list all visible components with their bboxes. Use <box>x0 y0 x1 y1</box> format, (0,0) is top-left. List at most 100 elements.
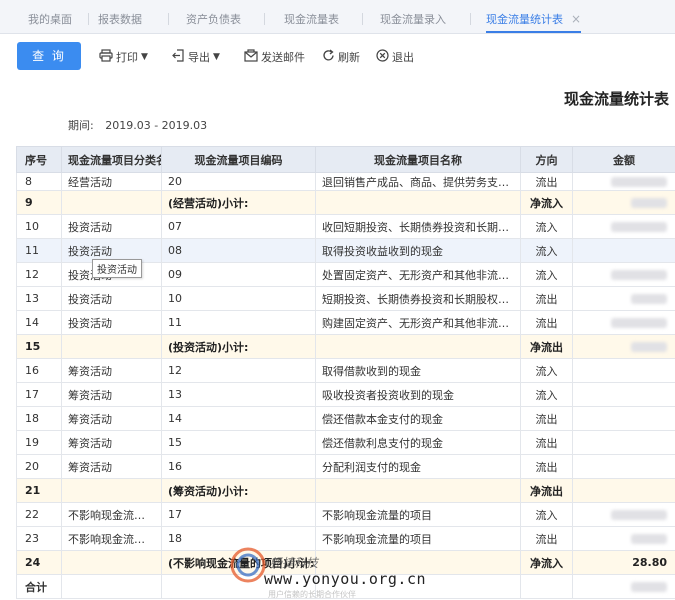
cell-direction: 流入 <box>520 502 573 527</box>
column-header-no[interactable]: 序号 <box>16 146 62 173</box>
cell-amount <box>572 238 675 263</box>
export-icon <box>172 49 185 65</box>
column-header-name[interactable]: 现金流量项目名称 <box>315 146 521 173</box>
cell-code: 14 <box>161 406 316 431</box>
chevron-down-icon: ▼ <box>213 52 220 62</box>
cell-no: 11 <box>16 238 62 263</box>
cell-category: 不影响现金流… <box>61 526 162 551</box>
refresh-label: 刷新 <box>338 51 360 64</box>
tab-divider <box>264 13 265 25</box>
cell-direction: 流出 <box>520 310 573 335</box>
chevron-down-icon: ▼ <box>141 52 148 62</box>
table-row[interactable]: 13 投资活动 10 短期投资、长期债券投资和长期股权… 流出 <box>16 286 675 311</box>
export-button[interactable]: 导出 ▼ <box>172 48 220 66</box>
cell-amount <box>572 502 675 527</box>
cell-amount <box>572 190 675 215</box>
cell-name: 不影响现金流量的项目 <box>315 502 521 527</box>
tab-my-desktop[interactable]: 我的桌面 <box>28 11 72 33</box>
tab-cash-flow-stats[interactable]: 现金流量统计表 × <box>486 11 582 33</box>
cell-direction: 流入 <box>520 238 573 263</box>
cell-name: 偿还借款本金支付的现金 <box>315 406 521 431</box>
cell-code: 07 <box>161 214 316 239</box>
column-header-code[interactable]: 现金流量项目编码 <box>161 146 316 173</box>
cell-category: 筹资活动 <box>61 430 162 455</box>
table-row[interactable]: 18 筹资活动 14 偿还借款本金支付的现金 流出 <box>16 406 675 431</box>
email-label: 发送邮件 <box>261 51 305 64</box>
table-row[interactable]: 8 经营活动 20 退回销售产成品、商品、提供劳务支… 流出 <box>16 172 675 191</box>
exit-label: 退出 <box>392 51 414 64</box>
cell-amount <box>572 172 675 191</box>
cell-name: 处置固定资产、无形资产和其他非流… <box>315 262 521 287</box>
tab-divider <box>168 13 169 25</box>
redacted-amount <box>611 510 667 520</box>
table-row[interactable]: 10 投资活动 07 收回短期投资、长期债券投资和长期… 流入 <box>16 214 675 239</box>
cell-name <box>315 478 521 503</box>
table-row[interactable]: 20 筹资活动 16 分配利润支付的现金 流出 <box>16 454 675 479</box>
cell-code: 17 <box>161 502 316 527</box>
period-label: 期间: <box>68 119 94 132</box>
cell-category: 投资活动 <box>61 310 162 335</box>
cell-name <box>315 190 521 215</box>
cell-no: 19 <box>16 430 62 455</box>
tab-balance-sheet[interactable]: 资产负债表 <box>186 11 241 33</box>
cell-category <box>61 334 162 359</box>
cell-name: 取得借款收到的现金 <box>315 358 521 383</box>
cell-amount <box>572 574 675 599</box>
cell-no: 16 <box>16 358 62 383</box>
table-row[interactable]: 19 筹资活动 15 偿还借款利息支付的现金 流出 <box>16 430 675 455</box>
cell-code: 16 <box>161 454 316 479</box>
cell-no: 20 <box>16 454 62 479</box>
cell-category: 投资活动 <box>61 214 162 239</box>
cell-name: 偿还借款利息支付的现金 <box>315 430 521 455</box>
table-row[interactable]: 14 投资活动 11 购建固定资产、无形资产和其他非流… 流出 <box>16 310 675 335</box>
redacted-amount <box>631 582 667 592</box>
report-title: 现金流量统计表 <box>563 90 669 108</box>
cell-category <box>61 574 162 599</box>
send-email-button[interactable]: 发送邮件 <box>244 48 305 66</box>
cell-name: 分配利润支付的现金 <box>315 454 521 479</box>
exit-button[interactable]: 退出 <box>376 48 414 66</box>
redacted-amount <box>631 534 667 544</box>
cell-no: 8 <box>16 172 62 191</box>
table-row[interactable]: 23 不影响现金流… 18 不影响现金流量的项目 流出 <box>16 526 675 551</box>
cell-code: 13 <box>161 382 316 407</box>
tab-divider <box>470 13 471 25</box>
cell-amount: 28.80 <box>572 550 675 575</box>
print-icon <box>99 49 113 65</box>
cell-code: 09 <box>161 262 316 287</box>
column-header-category[interactable]: 现金流量项目分类名 <box>61 146 162 173</box>
table-row[interactable]: 17 筹资活动 13 吸收投资者投资收到的现金 流入 <box>16 382 675 407</box>
cell-no: 24 <box>16 550 62 575</box>
cell-direction <box>520 574 573 599</box>
cell-amount <box>572 382 675 407</box>
table-row[interactable]: 22 不影响现金流… 17 不影响现金流量的项目 流入 <box>16 502 675 527</box>
column-header-amount[interactable]: 金额 <box>572 146 675 173</box>
table-header-row: 序号 现金流量项目分类名 现金流量项目编码 现金流量项目名称 方向 金额 <box>16 146 675 173</box>
cell-category: 筹资活动 <box>61 358 162 383</box>
refresh-button[interactable]: 刷新 <box>322 48 360 66</box>
period-value: 2019.03 - 2019.03 <box>105 119 208 132</box>
table-row[interactable]: 16 筹资活动 12 取得借款收到的现金 流入 <box>16 358 675 383</box>
cell-category: 筹资活动 <box>61 382 162 407</box>
cell-code: 12 <box>161 358 316 383</box>
column-header-direction[interactable]: 方向 <box>520 146 573 173</box>
cell-code: (筹资活动)小计: <box>161 478 316 503</box>
tab-divider <box>362 13 363 25</box>
tab-cash-flow-entry[interactable]: 现金流量录入 <box>380 11 446 33</box>
watermark-url: www.yonyou.org.cn <box>264 570 427 588</box>
watermark-tagline: 用户信赖的长期合作伙伴 <box>268 590 356 599</box>
close-icon[interactable]: × <box>571 12 581 26</box>
subtotal-row[interactable]: 9 (经营活动)小计: 净流入 <box>16 190 675 215</box>
query-button[interactable]: 查 询 <box>17 42 81 70</box>
watermark-brand: 畅捷科技 <box>270 556 319 570</box>
tab-report-data[interactable]: 报表数据 <box>98 11 142 33</box>
cell-amount <box>572 334 675 359</box>
cell-direction: 流出 <box>520 286 573 311</box>
print-button[interactable]: 打印 ▼ <box>99 48 148 66</box>
subtotal-row[interactable]: 15 (投资活动)小计: 净流出 <box>16 334 675 359</box>
subtotal-row[interactable]: 21 (筹资活动)小计: 净流出 <box>16 478 675 503</box>
cell-no: 合计 <box>16 574 62 599</box>
cell-code: 08 <box>161 238 316 263</box>
tab-cash-flow-statement[interactable]: 现金流量表 <box>284 11 339 33</box>
email-icon <box>244 49 258 65</box>
